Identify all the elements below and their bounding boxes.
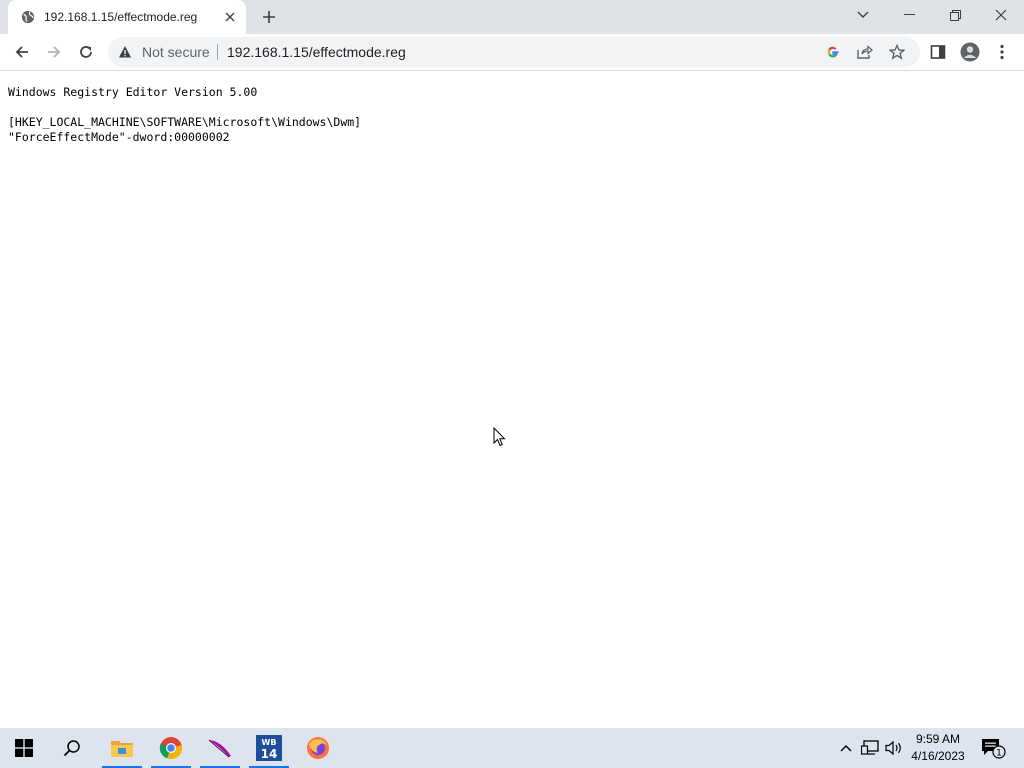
taskbar-chrome[interactable] [147,728,195,768]
feather-icon [208,739,231,758]
registry-header-line: Windows Registry Editor Version 5.00 [8,85,258,99]
tab-strip: 192.168.1.15/effectmode.reg [0,0,1024,34]
network-tray-button[interactable] [860,738,880,758]
bookmark-star-icon[interactable] [887,42,907,62]
clock-time: 9:59 AM [915,732,961,746]
search-icon [63,740,80,757]
close-window-button[interactable] [978,0,1024,30]
chevron-up-icon [840,745,852,752]
wb14-label: WB [262,738,277,747]
taskbar-file-explorer[interactable] [98,728,146,768]
restore-button[interactable] [932,0,978,30]
tab-title: 192.168.1.15/effectmode.reg [44,10,198,24]
profile-avatar-icon [960,42,980,62]
system-clock[interactable]: 9:59 AM 4/16/2023 [906,731,970,765]
chevron-down-icon [857,11,869,18]
wb14-number: 14 [261,747,278,761]
tab-search-button[interactable] [840,0,886,30]
notification-count: 1 [996,749,1002,759]
taskbar-feather-app[interactable] [196,728,244,768]
google-translate-icon[interactable] [823,42,843,62]
start-button[interactable] [0,728,48,768]
chrome-icon [159,737,182,760]
arrow-right-icon [48,46,61,58]
close-icon [995,9,1007,21]
reload-button[interactable] [72,38,100,66]
volume-tray-button[interactable] [884,738,904,758]
clock-date: 4/16/2023 [911,749,965,763]
address-bar[interactable]: Not secure 192.168.1.15/effectmode.reg [108,37,920,67]
forward-button[interactable] [40,38,68,66]
wb14-icon: WB 14 [256,735,282,761]
blank-line: ​ [8,100,361,115]
side-panel-icon [930,45,946,59]
windows-logo-icon [15,739,33,757]
show-hidden-icons-button[interactable] [836,738,856,758]
action-center-button[interactable]: 1 [980,736,1006,760]
taskbar-firefox[interactable] [294,728,342,768]
profile-button[interactable] [956,38,984,66]
registry-file-text: Windows Registry Editor Version 5.00​[HK… [8,85,361,145]
browser-toolbar: Not secure 192.168.1.15/effectmode.reg [0,34,1024,71]
registry-key-line: [HKEY_LOCAL_MACHINE\SOFTWARE\Microsoft\W… [8,115,362,129]
minimize-icon [903,14,915,15]
new-tab-button[interactable] [259,7,279,27]
mouse-cursor-icon [493,427,506,447]
registry-value-line: "ForceEffectMode"-dword:00000002 [8,130,230,144]
share-icon[interactable] [855,42,875,62]
search-button[interactable] [48,728,96,768]
speaker-icon [885,740,901,756]
reload-icon [80,46,92,58]
restore-icon [949,9,961,21]
minimize-button[interactable] [886,0,932,30]
notification-icon: 1 [982,739,1006,759]
url-text[interactable]: 192.168.1.15/effectmode.reg [227,44,406,60]
close-tab-icon[interactable] [222,9,238,25]
security-status[interactable]: Not secure [142,44,210,60]
menu-button[interactable] [988,38,1016,66]
taskbar-wb14-app[interactable]: WB 14 [245,728,293,768]
kebab-menu-icon [1000,44,1004,60]
warning-icon[interactable] [118,45,132,59]
browser-tab[interactable]: 192.168.1.15/effectmode.reg [8,0,246,34]
arrow-left-icon [15,46,28,58]
globe-icon [21,10,35,24]
side-panel-button[interactable] [924,38,952,66]
folder-icon [111,741,133,757]
firefox-icon [307,737,329,759]
page-content: Windows Registry Editor Version 5.00​[HK… [0,72,1024,728]
omnibox-divider [217,44,218,60]
taskbar: WB 14 9:59 AM 4/16/2023 1 [0,728,1024,768]
back-button[interactable] [8,38,36,66]
network-icon [861,740,879,755]
